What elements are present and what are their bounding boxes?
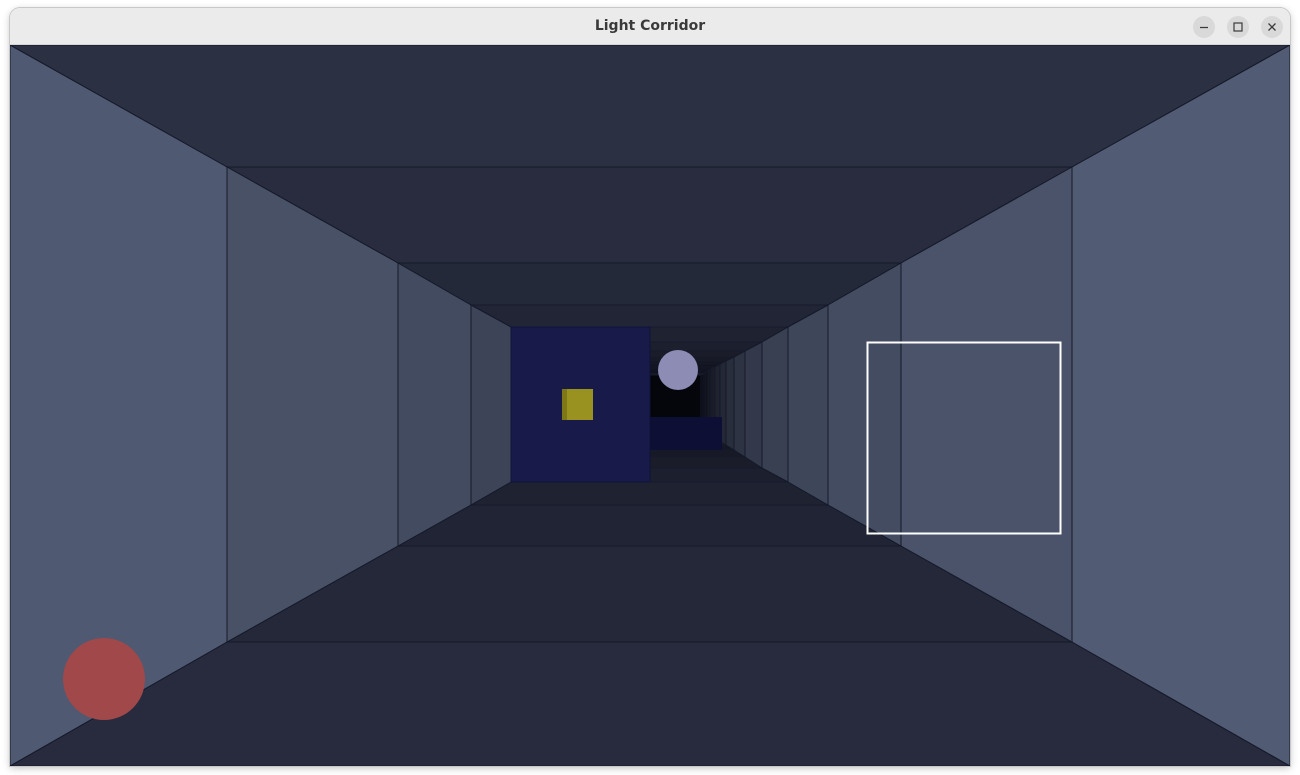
- corridor-right-wall-segment: [725, 356, 735, 451]
- title-bar[interactable]: Light Corridor: [10, 8, 1290, 45]
- close-icon: [1268, 23, 1276, 31]
- corridor-floor-segment: [469, 481, 830, 506]
- life-indicator: [63, 638, 145, 720]
- corridor-right-wall-segment: [733, 350, 746, 458]
- corridor-ceiling-segment: [470, 304, 829, 328]
- app-window: Light Corridor: [10, 8, 1290, 766]
- close-button[interactable]: [1261, 16, 1283, 38]
- corridor-right-wall-segment: [744, 341, 763, 469]
- corridor-left-wall-segment: [470, 304, 512, 506]
- maximize-icon: [1233, 22, 1243, 32]
- corridor-right-wall-segment: [761, 326, 789, 483]
- maximize-button[interactable]: [1227, 16, 1249, 38]
- corridor-right-wall-segment: [787, 304, 829, 506]
- game-viewport[interactable]: [10, 45, 1290, 766]
- minimize-button[interactable]: [1193, 16, 1215, 38]
- corridor-ceiling-segment: [396, 262, 903, 306]
- corridor-scene[interactable]: [10, 45, 1290, 766]
- corridor-right-wall-segment: [1071, 45, 1290, 766]
- distant-obstacle: [650, 417, 722, 450]
- corridor-floor-segment: [396, 504, 903, 547]
- ball: [658, 350, 698, 390]
- minimize-icon: [1200, 26, 1208, 29]
- bonus-cube-side: [562, 389, 567, 420]
- corridor-right-wall-segment: [827, 262, 902, 547]
- corridor-left-wall-segment: [397, 262, 472, 547]
- corridor-ceiling-segment: [10, 45, 1290, 168]
- window-title: Light Corridor: [594, 18, 706, 34]
- corridor-floor-segment: [10, 641, 1290, 766]
